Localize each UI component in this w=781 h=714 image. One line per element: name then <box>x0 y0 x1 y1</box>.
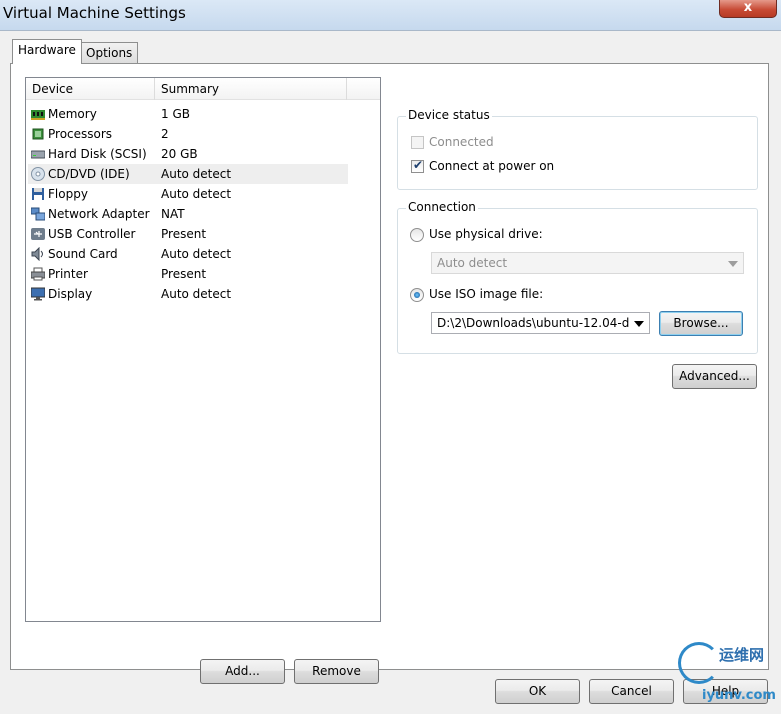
floppy-icon <box>32 188 44 200</box>
check-mark-icon: ✔ <box>413 158 424 172</box>
physical-drive-value: Auto detect <box>437 256 508 270</box>
processor-icon <box>32 128 44 140</box>
chevron-down-icon <box>728 261 738 267</box>
device-name: USB Controller <box>48 227 136 241</box>
device-list[interactable]: Device Summary Memory 1 GB Processors 2 … <box>25 77 381 622</box>
device-row-processors[interactable]: Processors 2 <box>28 124 348 144</box>
cancel-button[interactable]: Cancel <box>589 679 674 704</box>
chevron-down-icon <box>634 321 644 327</box>
device-status-group: Device status Connected ✔ Connect at pow… <box>397 108 758 190</box>
device-summary: Present <box>161 227 207 241</box>
connection-group: Connection Use physical drive: Auto dete… <box>397 200 758 354</box>
device-row-printer[interactable]: Printer Present <box>28 264 348 284</box>
connected-checkbox[interactable] <box>411 136 424 149</box>
column-header-device[interactable]: Device <box>26 78 155 100</box>
device-summary: Auto detect <box>161 187 232 201</box>
device-row-floppy[interactable]: Floppy Auto detect <box>28 184 348 204</box>
device-row-network-adapter[interactable]: Network Adapter NAT <box>28 204 348 224</box>
printer-icon <box>31 267 45 281</box>
device-row-display[interactable]: Display Auto detect <box>28 284 348 304</box>
connection-title: Connection <box>406 200 478 214</box>
device-summary: 2 <box>161 127 169 141</box>
hard-disk-icon <box>31 150 45 159</box>
usb-icon <box>31 228 45 240</box>
use-physical-drive-label: Use physical drive: <box>429 227 543 241</box>
watermark-site-text: iyunv.com <box>702 688 776 703</box>
device-summary: Auto detect <box>161 247 232 261</box>
physical-drive-select[interactable]: Auto detect <box>431 252 744 274</box>
dialog-body: Hardware Options Device Summary Memory 1… <box>0 30 781 714</box>
device-name: Printer <box>48 267 88 281</box>
watermark-logo: 运维网 iyunv.com <box>676 642 781 714</box>
window-title: Virtual Machine Settings <box>3 4 186 22</box>
device-row-cd-dvd[interactable]: CD/DVD (IDE) Auto detect <box>28 164 348 184</box>
display-icon <box>31 287 45 301</box>
iso-path-combo[interactable]: D:\2\Downloads\ubuntu-12.04-de <box>431 312 650 334</box>
use-iso-image-radio[interactable] <box>410 288 424 302</box>
close-button[interactable]: x <box>719 0 777 18</box>
device-summary: NAT <box>161 207 185 221</box>
title-bar: Virtual Machine Settings x <box>0 0 781 30</box>
hardware-tab-panel: Device Summary Memory 1 GB Processors 2 … <box>10 63 769 684</box>
radio-dot-icon <box>414 292 420 298</box>
device-summary: 1 GB <box>161 107 190 121</box>
ok-button[interactable]: OK <box>495 679 580 704</box>
connected-label: Connected <box>429 135 494 149</box>
device-summary: Present <box>161 267 207 281</box>
device-name: Floppy <box>48 187 88 201</box>
device-list-header: Device Summary <box>26 78 380 100</box>
use-physical-drive-radio[interactable] <box>410 228 424 242</box>
column-header-summary[interactable]: Summary <box>155 78 347 100</box>
add-button[interactable]: Add... <box>200 659 285 684</box>
device-name: Display <box>48 287 93 301</box>
network-adapter-icon <box>31 207 45 221</box>
watermark-ring-icon <box>678 642 720 684</box>
tab-hardware[interactable]: Hardware <box>12 39 82 64</box>
device-row-memory[interactable]: Memory 1 GB <box>28 104 348 124</box>
device-status-title: Device status <box>406 108 492 122</box>
device-summary: Auto detect <box>161 167 232 181</box>
sound-card-icon <box>31 247 43 261</box>
device-name: Network Adapter <box>48 207 150 221</box>
device-summary: 20 GB <box>161 147 198 161</box>
connect-at-power-on-checkbox[interactable]: ✔ <box>411 158 424 173</box>
device-name: Sound Card <box>48 247 118 261</box>
device-name: CD/DVD (IDE) <box>48 167 130 181</box>
cd-dvd-icon <box>31 167 45 181</box>
device-name: Hard Disk (SCSI) <box>48 147 147 161</box>
tab-options[interactable]: Options <box>80 42 139 64</box>
memory-icon <box>31 110 45 120</box>
connect-at-power-on-label: Connect at power on <box>429 159 555 173</box>
device-name: Processors <box>48 127 113 141</box>
device-row-hard-disk[interactable]: Hard Disk (SCSI) 20 GB <box>28 144 348 164</box>
watermark-chinese-text: 运维网 <box>719 646 765 664</box>
device-name: Memory <box>48 107 97 121</box>
close-icon: x <box>743 0 753 15</box>
remove-button[interactable]: Remove <box>294 659 379 684</box>
device-summary: Auto detect <box>161 287 232 301</box>
device-row-usb-controller[interactable]: USB Controller Present <box>28 224 348 244</box>
browse-button[interactable]: Browse... <box>659 311 743 336</box>
advanced-button[interactable]: Advanced... <box>672 364 757 389</box>
device-row-sound-card[interactable]: Sound Card Auto detect <box>28 244 348 264</box>
iso-path-value: D:\2\Downloads\ubuntu-12.04-de <box>437 316 629 330</box>
use-iso-image-label: Use ISO image file: <box>429 287 544 301</box>
